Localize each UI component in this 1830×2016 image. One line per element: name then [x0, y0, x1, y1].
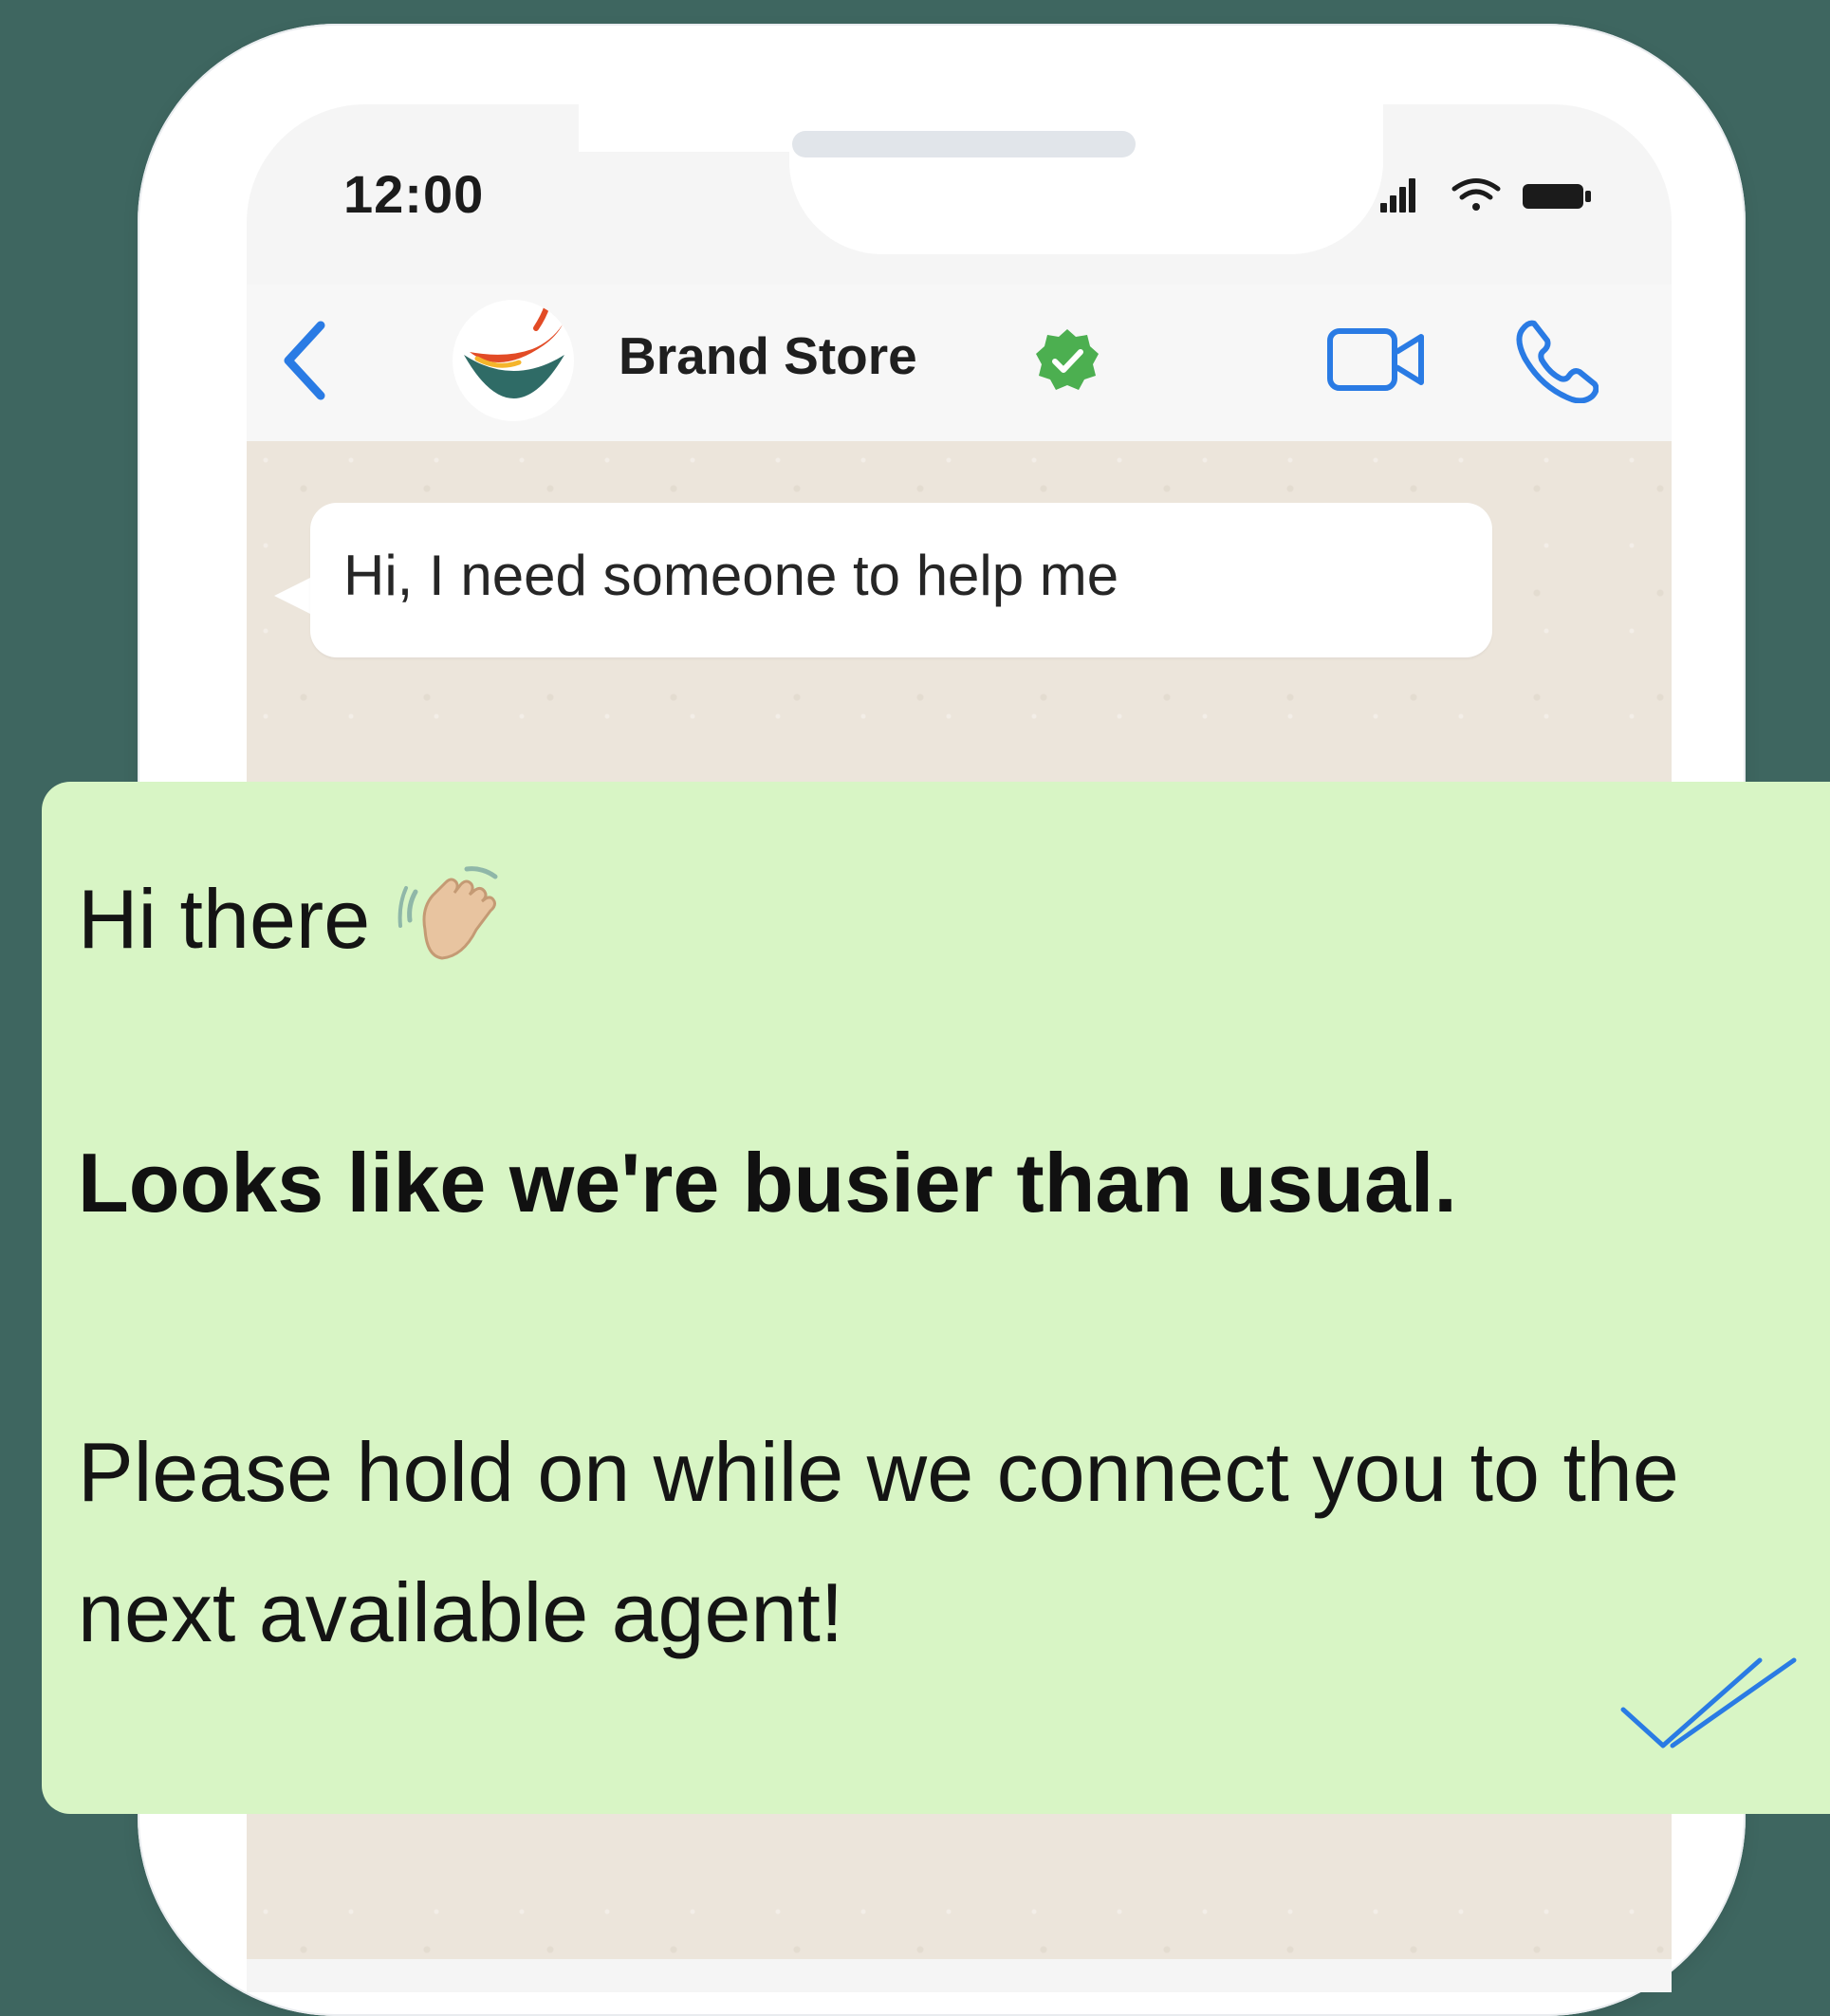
read-double-check-icon — [1620, 1657, 1797, 1748]
incoming-bubble-tail — [274, 577, 312, 615]
chat-wallpaper-bottom — [247, 1814, 1672, 1883]
reply-greeting-text: Hi there — [78, 872, 371, 966]
video-call-icon[interactable] — [1326, 325, 1427, 394]
phone-notch — [806, 104, 1366, 237]
contact-avatar[interactable] — [453, 300, 574, 421]
contact-name[interactable]: Brand Store — [619, 325, 917, 386]
waving-hand-icon — [397, 866, 498, 960]
brand-logo-icon — [464, 303, 564, 398]
phone-speaker — [792, 131, 1136, 157]
phone-call-icon[interactable] — [1513, 318, 1599, 403]
status-time: 12:00 — [343, 164, 485, 224]
reply-hold-notice: Please hold on while we connect you to t… — [78, 1425, 1679, 1659]
verified-badge-icon — [1036, 329, 1099, 390]
reply-busy-notice: Looks like we're busier than usual. — [78, 1136, 1457, 1230]
back-chevron-icon[interactable] — [277, 318, 334, 403]
status-icons — [1380, 178, 1591, 213]
reply-greeting: Hi there — [78, 863, 508, 975]
signal-icon — [1380, 178, 1415, 213]
incoming-message-text: Hi, I need someone to help me — [343, 544, 1119, 607]
wifi-icon — [1451, 178, 1501, 211]
battery-icon — [1523, 184, 1591, 209]
